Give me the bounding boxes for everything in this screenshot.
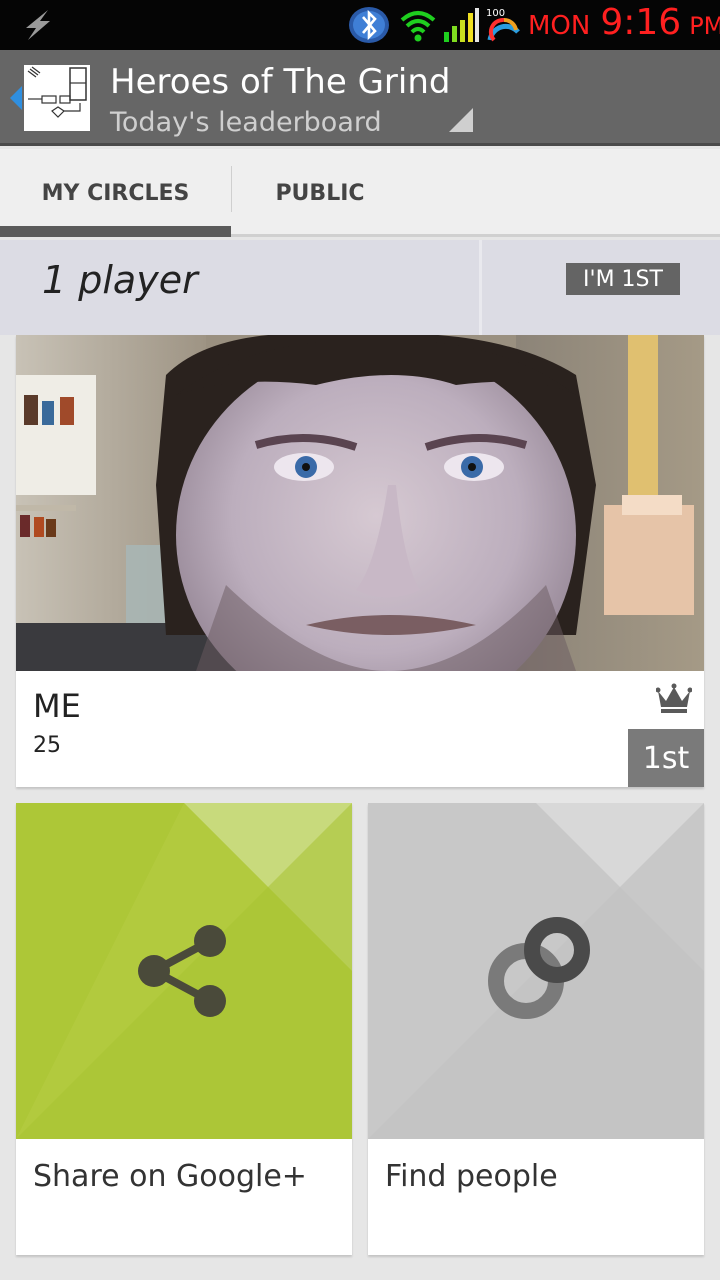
bluetooth-icon bbox=[349, 7, 389, 43]
battery-icon: 100 bbox=[486, 8, 520, 42]
up-caret-icon[interactable] bbox=[8, 84, 24, 112]
action-bar: Heroes of The Grind Today's leaderboard bbox=[0, 50, 720, 146]
app-logo-icon bbox=[25, 66, 89, 130]
share-tile[interactable]: Share on Google+ bbox=[16, 803, 352, 1255]
svg-text:100: 100 bbox=[486, 8, 505, 19]
usb-debug-icon bbox=[26, 10, 50, 40]
rank-badge: 1st bbox=[628, 729, 704, 787]
clock-day: MON bbox=[528, 11, 591, 41]
wifi-icon bbox=[400, 11, 436, 42]
clock-time: 9:16 bbox=[600, 2, 682, 43]
find-people-tile-label: Find people bbox=[385, 1159, 558, 1194]
share-tile-art bbox=[16, 803, 352, 1139]
background-divider bbox=[479, 240, 482, 335]
tab-bar: MY CIRCLES PUBLIC bbox=[0, 149, 720, 237]
tab-my-circles[interactable]: MY CIRCLES bbox=[0, 149, 231, 237]
player-card[interactable]: ME 25 1st bbox=[16, 335, 704, 787]
players-header: 1 player I'M 1ST bbox=[0, 240, 720, 335]
status-bar: 100 MON 9:16 PM bbox=[0, 0, 720, 50]
clock-ampm: PM bbox=[689, 12, 720, 40]
find-people-tile-art bbox=[368, 803, 704, 1139]
tab-public[interactable]: PUBLIC bbox=[232, 149, 408, 237]
app-title[interactable]: Heroes of The Grind bbox=[110, 62, 450, 102]
dropdown-triangle-icon[interactable] bbox=[449, 108, 473, 132]
player-avatar-photo bbox=[16, 335, 704, 671]
status-clock: MON 9:16 PM bbox=[528, 2, 720, 48]
share-icon bbox=[138, 925, 226, 1017]
my-rank-chip: I'M 1ST bbox=[566, 263, 680, 295]
player-name: ME bbox=[33, 687, 81, 725]
crown-icon bbox=[656, 683, 692, 713]
player-score: 25 bbox=[33, 733, 61, 758]
cell-signal-icon bbox=[444, 8, 479, 42]
app-logo[interactable] bbox=[24, 65, 90, 131]
share-tile-label: Share on Google+ bbox=[33, 1159, 307, 1194]
find-people-tile[interactable]: Find people bbox=[368, 803, 704, 1255]
circles-icon bbox=[488, 917, 590, 1019]
leaderboard-subtitle[interactable]: Today's leaderboard bbox=[110, 107, 382, 138]
player-count: 1 player bbox=[42, 258, 198, 302]
selected-tab-indicator bbox=[0, 226, 231, 237]
